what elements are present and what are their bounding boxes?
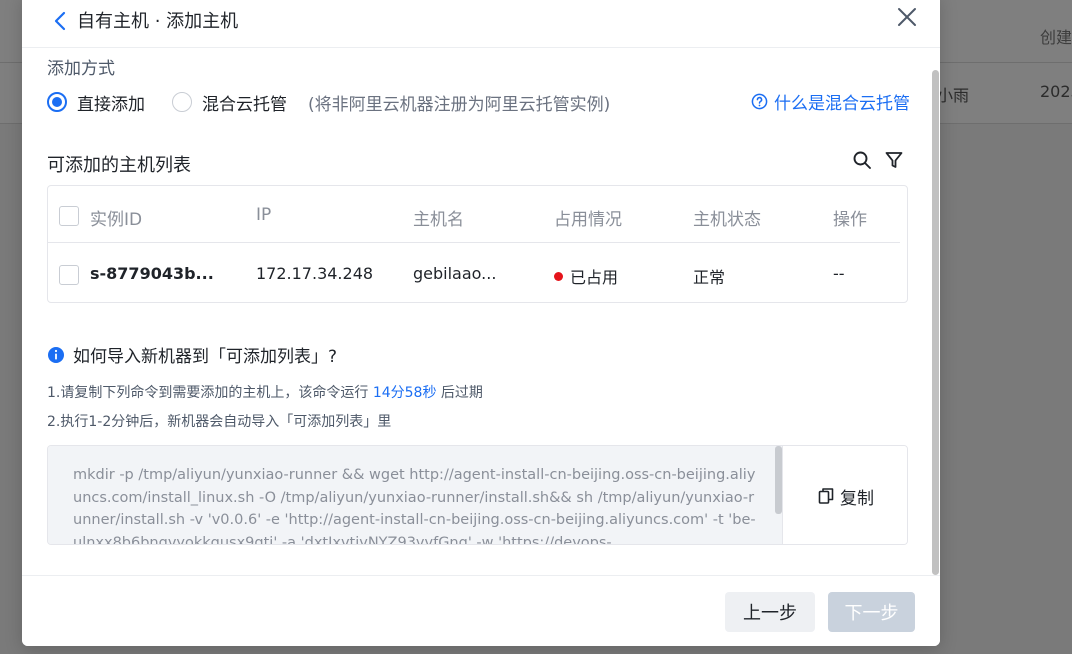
filter-icon[interactable]	[884, 150, 904, 170]
search-icon[interactable]	[852, 150, 872, 170]
row-checkbox[interactable]	[59, 265, 79, 285]
column-instance-id: 实例ID	[90, 210, 143, 230]
hybrid-hint: (将非阿里云机器注册为阿里云托管实例)	[308, 95, 611, 115]
host-table: 实例ID IP 主机名 占用情况 主机状态 操作 s-8779043b... 1…	[47, 185, 908, 303]
dialog-header: 自有主机 · 添加主机	[22, 0, 940, 48]
import-question: 如何导入新机器到「可添加列表」?	[47, 342, 337, 367]
info-icon	[48, 346, 64, 363]
copy-icon	[818, 488, 834, 504]
background-cell: 小雨	[937, 86, 970, 105]
import-question-text: 如何导入新机器到「可添加列表」?	[73, 347, 338, 367]
background-header-cell: 创建	[1040, 28, 1072, 47]
back-arrow-icon[interactable]	[50, 8, 72, 34]
host-status-cell: 正常	[693, 268, 726, 287]
install-command[interactable]: mkdir -p /tmp/aliyun/yunxiao-runner && w…	[73, 464, 762, 544]
next-step-button[interactable]: 下一步	[828, 592, 915, 632]
hostname-cell: gebilaao...	[413, 264, 497, 283]
radio-hybrid-cloud[interactable]	[172, 92, 192, 112]
question-circle-icon	[751, 93, 768, 110]
radio-direct-add[interactable]	[47, 92, 67, 112]
dialog-title: 自有主机 · 添加主机	[77, 11, 239, 32]
command-area[interactable]: mkdir -p /tmp/aliyun/yunxiao-runner && w…	[48, 446, 782, 544]
add-host-dialog: 自有主机 · 添加主机 添加方式 直接添加 混合云托管 (将非阿里云机器注册为阿…	[22, 0, 940, 646]
radio-direct-add-label[interactable]: 直接添加	[77, 90, 145, 115]
column-hostname: 主机名	[413, 210, 464, 230]
usage-text: 已占用	[570, 268, 619, 287]
background-cell: 2023	[1040, 82, 1072, 101]
action-cell: --	[833, 264, 845, 283]
column-usage: 占用情况	[554, 210, 622, 230]
add-method-label: 添加方式	[47, 59, 115, 79]
step-1-suffix: 后过期	[440, 385, 483, 401]
close-icon[interactable]	[896, 6, 918, 28]
ip-cell: 172.17.34.248	[256, 264, 374, 283]
copy-label[interactable]: 复制	[840, 484, 874, 509]
instance-id-cell: s-8779043b...	[90, 264, 214, 283]
command-box: mkdir -p /tmp/aliyun/yunxiao-runner && w…	[47, 445, 908, 545]
copy-button[interactable]: 复制	[782, 446, 907, 544]
select-all-checkbox[interactable]	[59, 206, 79, 226]
dialog-footer: 上一步 下一步	[22, 575, 940, 646]
help-link-text[interactable]: 什么是混合云托管	[774, 89, 910, 114]
host-list-title: 可添加的主机列表	[47, 155, 191, 176]
prev-step-button[interactable]: 上一步	[725, 592, 815, 632]
column-action: 操作	[833, 210, 867, 230]
step-1-prefix: 1.请复制下列命令到需要添加的主机上，该命令运行	[47, 385, 369, 401]
step-2: 2.执行1-2分钟后，新机器会自动导入「可添加列表」里	[47, 414, 392, 430]
what-is-hybrid-cloud-link[interactable]: 什么是混合云托管	[751, 89, 910, 114]
column-ip: IP	[256, 205, 272, 225]
command-scrollbar[interactable]	[775, 446, 782, 514]
radio-hybrid-cloud-label[interactable]: 混合云托管	[202, 90, 287, 115]
dialog-scrollbar[interactable]	[932, 70, 939, 575]
expire-countdown: 14分58秒	[372, 385, 437, 401]
usage-status-dot	[554, 272, 563, 281]
column-host-status: 主机状态	[693, 210, 761, 230]
usage-cell: 已占用	[554, 264, 618, 288]
step-1: 1.请复制下列命令到需要添加的主机上，该命令运行 14分58秒 后过期	[47, 382, 483, 402]
table-header: 实例ID IP 主机名 占用情况 主机状态 操作	[48, 186, 900, 243]
